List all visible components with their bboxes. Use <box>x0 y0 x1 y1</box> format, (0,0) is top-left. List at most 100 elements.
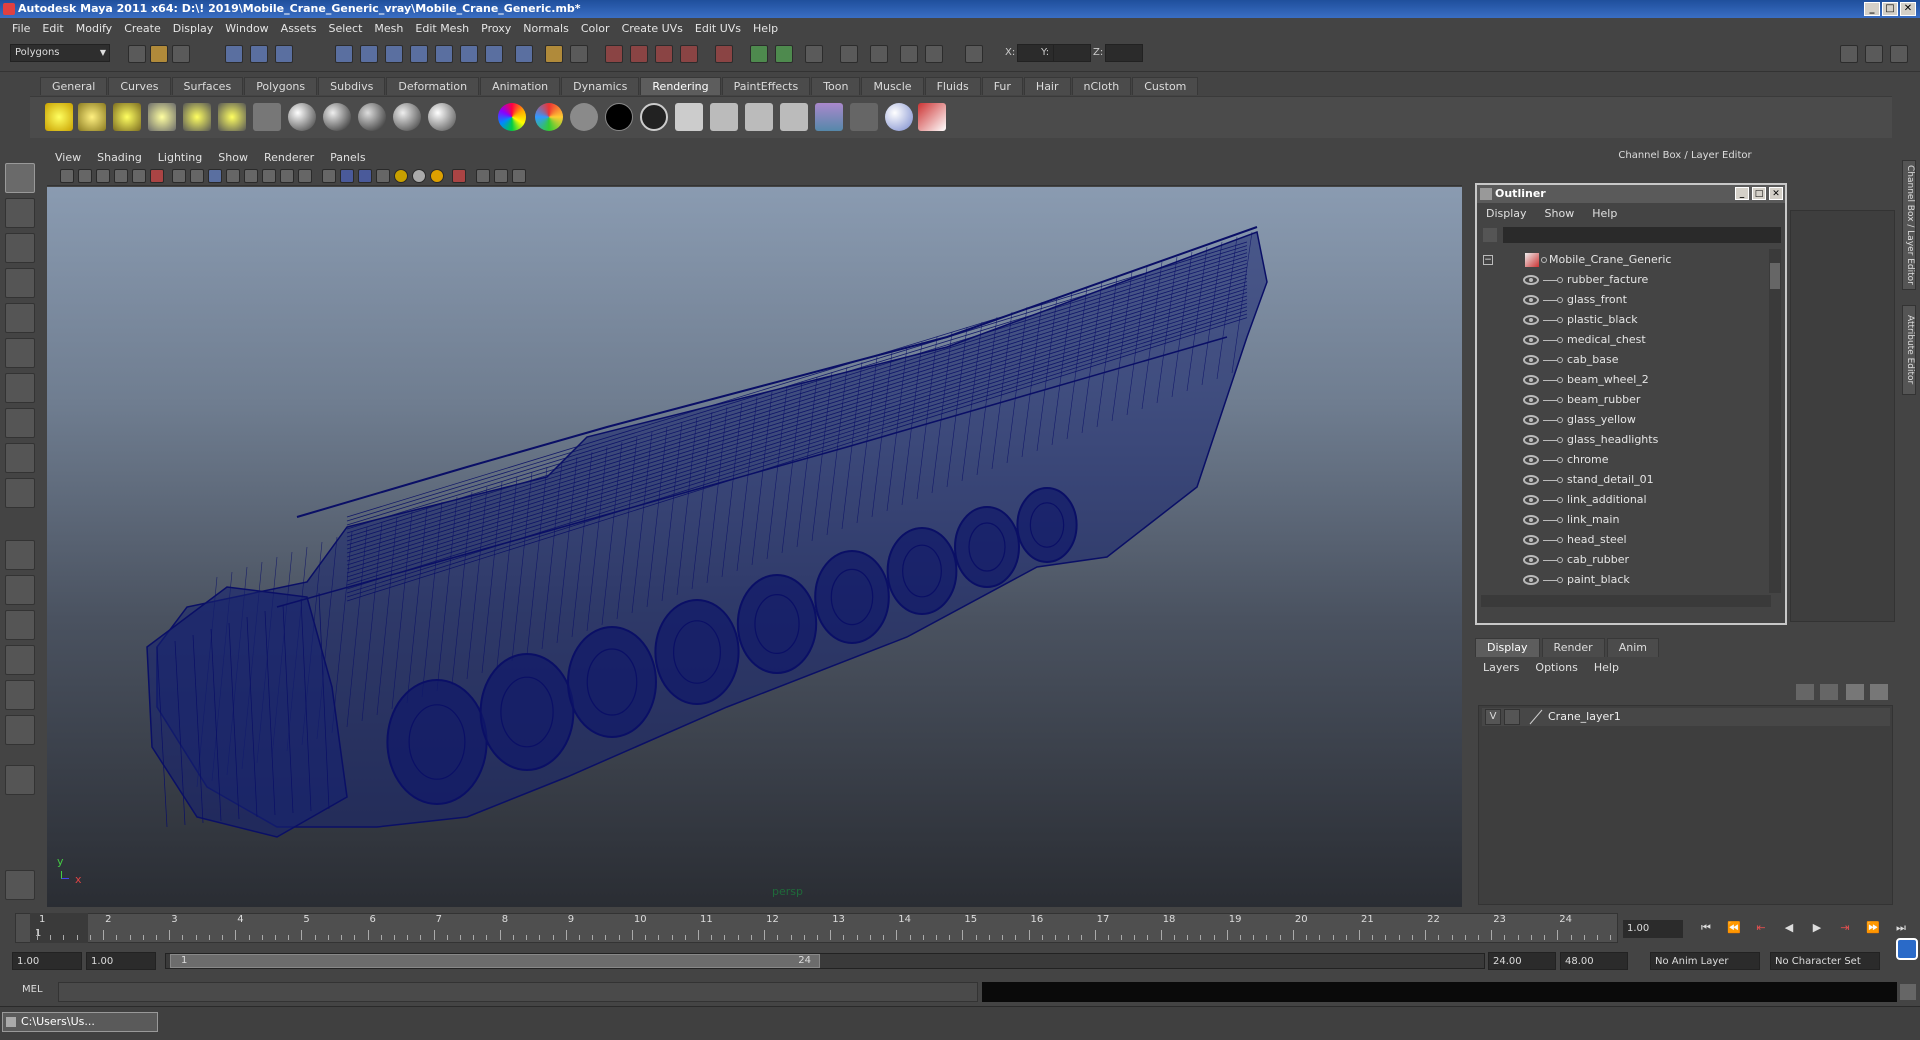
texture-icon[interactable] <box>376 169 390 183</box>
ipr-render-icon[interactable] <box>715 45 733 63</box>
outliner-root-row[interactable]: − Mobile_Crane_Generic <box>1481 251 1766 269</box>
layered-shader-icon[interactable] <box>498 103 526 131</box>
shelf-tab-rendering[interactable]: Rendering <box>640 77 721 95</box>
collapse-icon[interactable]: − <box>1483 255 1493 265</box>
shelf-tab-fur[interactable]: Fur <box>981 77 1023 95</box>
input-ops-icon[interactable] <box>605 45 623 63</box>
soft-mod-icon[interactable] <box>5 408 35 438</box>
outliner-item[interactable]: medical_chest <box>1481 331 1766 349</box>
history-icon[interactable] <box>570 45 588 63</box>
lambert-icon[interactable] <box>358 103 386 131</box>
single-pane-layout-icon[interactable] <box>5 540 35 570</box>
shelf-tab-deformation[interactable]: Deformation <box>386 77 480 95</box>
shelf-tab-surfaces[interactable]: Surfaces <box>171 77 244 95</box>
shading-map-icon[interactable] <box>570 103 598 131</box>
go-to-end-button[interactable]: ⏭ <box>1892 921 1910 937</box>
render-region-icon[interactable] <box>925 45 943 63</box>
menu-create-uvs[interactable]: Create UVs <box>616 22 689 35</box>
film-gate-icon[interactable] <box>150 169 164 183</box>
menu-window[interactable]: Window <box>219 22 274 35</box>
menu-select[interactable]: Select <box>322 22 368 35</box>
camera-attributes-icon[interactable] <box>78 169 92 183</box>
construction-icon[interactable] <box>655 45 673 63</box>
bookmark-icon[interactable] <box>96 169 110 183</box>
current-frame-field[interactable]: 1.00 <box>1623 920 1683 938</box>
xray-active-icon[interactable] <box>494 169 508 183</box>
sculpt-icon[interactable] <box>900 45 918 63</box>
four-pane-layout-icon[interactable] <box>5 575 35 605</box>
render-current-icon[interactable] <box>680 45 698 63</box>
shelf-tab-animation[interactable]: Animation <box>480 77 561 95</box>
sync-icon[interactable] <box>1896 938 1918 960</box>
isolate-select-icon[interactable] <box>452 169 466 183</box>
shelf-tab-ncloth[interactable]: nCloth <box>1071 77 1132 95</box>
paint-effects-tool-icon[interactable] <box>5 870 35 900</box>
universal-manip-icon[interactable] <box>5 373 35 403</box>
graph-persp-layout-icon[interactable] <box>5 645 35 675</box>
show-hide-icon[interactable] <box>870 45 888 63</box>
shelf-tab-toon[interactable]: Toon <box>811 77 861 95</box>
minimized-window[interactable]: C:\Users\Us... <box>2 1012 158 1032</box>
gate-mask-icon[interactable] <box>190 169 204 183</box>
snap-point-icon[interactable] <box>385 45 403 63</box>
help-icon[interactable] <box>515 45 533 63</box>
anim-layer-dropdown[interactable]: No Anim Layer <box>1650 952 1760 970</box>
toggle-channel-box-icon[interactable] <box>1890 45 1908 63</box>
menu-normals[interactable]: Normals <box>517 22 575 35</box>
close-button[interactable]: ✕ <box>1900 2 1916 16</box>
outliner-item[interactable]: glass_front <box>1481 291 1766 309</box>
outliner-item[interactable]: beam_rubber <box>1481 391 1766 409</box>
outliner-menu-show[interactable]: Show <box>1536 205 1584 223</box>
open-scene-icon[interactable] <box>150 45 168 63</box>
menu-edit-uvs[interactable]: Edit UVs <box>689 22 747 35</box>
outliner-vertical-scrollbar[interactable] <box>1769 249 1781 593</box>
grid-toggle-icon[interactable] <box>132 169 146 183</box>
default-lighting-icon[interactable] <box>394 169 408 183</box>
layer-row[interactable]: V Crane_layer1 <box>1482 708 1890 726</box>
layer-menu-layers[interactable]: Layers <box>1475 660 1527 676</box>
snap-other-icon[interactable] <box>485 45 503 63</box>
step-back-key-button[interactable]: ⏪ <box>1725 921 1743 937</box>
shelf-tab-fluids[interactable]: Fluids <box>924 77 981 95</box>
layer-playback-toggle[interactable] <box>1504 709 1520 725</box>
outliner-persp-layout-icon[interactable] <box>5 610 35 640</box>
new-layer-selected-icon[interactable] <box>1870 684 1888 700</box>
go-to-start-button[interactable]: ⏮ <box>1697 921 1715 937</box>
transform-mode-icon[interactable] <box>965 45 983 63</box>
outliner-menu-display[interactable]: Display <box>1477 205 1536 223</box>
perspective-viewport[interactable]: y x persp <box>47 187 1462 907</box>
render-view-shelf-icon[interactable] <box>850 103 878 131</box>
outliner-item[interactable]: cab_rubber <box>1481 551 1766 569</box>
script-editor-icon[interactable] <box>1900 984 1916 1000</box>
wireframe-icon[interactable] <box>262 169 276 183</box>
ambient-light-icon[interactable] <box>45 103 73 131</box>
hypershade-shelf-icon[interactable] <box>815 103 843 131</box>
smooth-shade-icon[interactable] <box>322 169 336 183</box>
scroll-thumb[interactable] <box>1770 263 1780 289</box>
outliner-close-button[interactable]: ✕ <box>1769 187 1783 200</box>
viewport-menu-view[interactable]: View <box>47 151 89 164</box>
outliner-item[interactable]: link_main <box>1481 511 1766 529</box>
shadows-icon[interactable] <box>430 169 444 183</box>
menu-set-dropdown[interactable]: Polygons ▼ <box>10 44 110 62</box>
menu-create[interactable]: Create <box>118 22 167 35</box>
outliner-item[interactable]: link_additional <box>1481 491 1766 509</box>
layout-options-icon[interactable] <box>5 765 35 795</box>
z-field[interactable] <box>1105 44 1143 62</box>
snap-surface-icon[interactable] <box>435 45 453 63</box>
move-layer-down-icon[interactable] <box>1820 684 1838 700</box>
rotate-tool-icon[interactable] <box>5 303 35 333</box>
outliner-menu-help[interactable]: Help <box>1583 205 1626 223</box>
hud-icon[interactable] <box>512 169 526 183</box>
outliner-item[interactable]: cab_base <box>1481 351 1766 369</box>
paint-brush-icon[interactable] <box>918 103 946 131</box>
shaded-icon[interactable] <box>340 169 354 183</box>
safe-title-icon[interactable] <box>244 169 258 183</box>
select-camera-icon[interactable] <box>60 169 74 183</box>
new-scene-icon[interactable] <box>128 45 146 63</box>
minimize-button[interactable]: _ <box>1864 2 1880 16</box>
layer-color-swatch-icon[interactable] <box>1528 709 1544 725</box>
spot-light-icon[interactable] <box>148 103 176 131</box>
shelf-tab-custom[interactable]: Custom <box>1132 77 1199 95</box>
select-tool-icon[interactable] <box>5 163 35 193</box>
